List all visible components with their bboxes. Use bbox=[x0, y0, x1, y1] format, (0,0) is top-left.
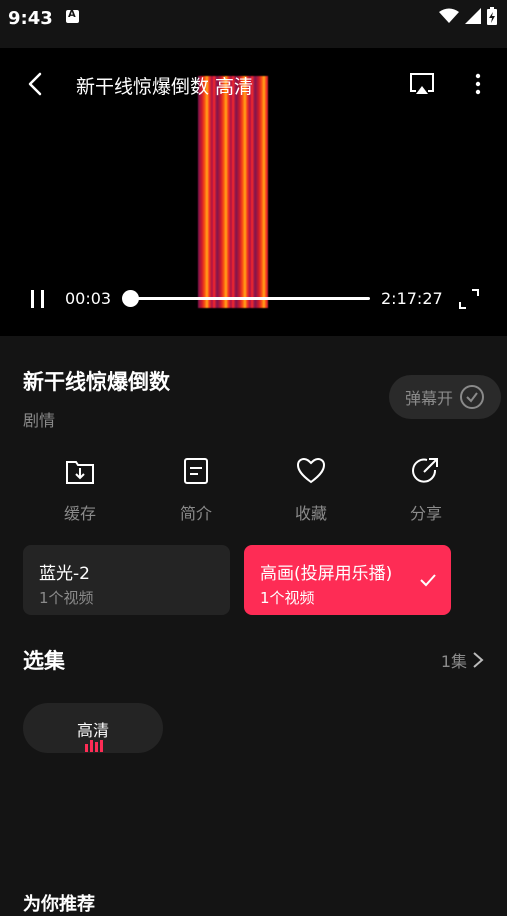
source-name: 蓝光-2 bbox=[39, 564, 90, 584]
episodes-count: 1集 bbox=[440, 652, 467, 671]
source-count: 1个视频 bbox=[260, 589, 315, 607]
action-label: 简介 bbox=[179, 504, 212, 523]
status-icons bbox=[439, 7, 497, 25]
playing-icon bbox=[85, 740, 103, 752]
chevron-right-icon bbox=[473, 652, 484, 668]
episodes-title: 选集 bbox=[23, 649, 65, 673]
recommend-title: 为你推荐 bbox=[23, 894, 95, 915]
share-icon bbox=[412, 458, 438, 483]
episodes-count-link[interactable]: 1集 bbox=[441, 648, 485, 672]
download-folder-icon bbox=[66, 461, 94, 484]
battery-icon bbox=[487, 7, 497, 25]
action-share[interactable]: 分享 bbox=[386, 456, 466, 524]
action-label: 收藏 bbox=[294, 504, 327, 523]
pause-icon[interactable] bbox=[28, 288, 48, 310]
player-top-bar: 新干线惊爆倒数 高清 bbox=[0, 48, 507, 120]
episode-chip[interactable]: 高清 bbox=[23, 703, 163, 753]
action-bar: 缓存 简介 收藏 分享 bbox=[0, 456, 507, 526]
total-time: 2:17:27 bbox=[381, 289, 443, 308]
video-player[interactable]: 新干线惊爆倒数 高清 00:03 2:17:27 bbox=[0, 48, 507, 336]
current-time: 00:03 bbox=[65, 289, 112, 308]
heart-icon bbox=[296, 457, 326, 484]
episode-label: 高清 bbox=[76, 721, 109, 740]
action-favorite[interactable]: 收藏 bbox=[271, 456, 351, 524]
check-icon bbox=[420, 574, 436, 587]
notification-a-icon bbox=[66, 9, 79, 23]
action-label: 分享 bbox=[409, 504, 442, 523]
action-cache[interactable]: 缓存 bbox=[40, 456, 120, 524]
status-bar: 9:43 bbox=[0, 0, 507, 40]
check-circle-icon bbox=[460, 385, 484, 409]
document-icon bbox=[184, 458, 208, 484]
more-icon[interactable] bbox=[468, 70, 488, 98]
back-icon[interactable] bbox=[24, 68, 48, 100]
player-title: 新干线惊爆倒数 高清 bbox=[76, 76, 254, 98]
fullscreen-icon[interactable] bbox=[458, 288, 480, 310]
action-intro[interactable]: 简介 bbox=[156, 456, 236, 524]
show-title: 新干线惊爆倒数 bbox=[23, 370, 170, 394]
show-genre: 剧情 bbox=[23, 411, 56, 430]
danmaku-label: 弹幕开 bbox=[404, 389, 453, 408]
source-count: 1个视频 bbox=[39, 589, 94, 607]
source-name: 高画(投屏用乐播) bbox=[260, 564, 393, 584]
action-label: 缓存 bbox=[63, 504, 96, 523]
source-card-selected[interactable]: 高画(投屏用乐播) 1个视频 bbox=[244, 545, 451, 615]
cast-icon[interactable] bbox=[408, 70, 436, 98]
seek-bar[interactable] bbox=[122, 290, 370, 307]
player-controls: 00:03 2:17:27 bbox=[0, 284, 507, 314]
wifi-icon bbox=[439, 8, 459, 23]
status-time: 9:43 bbox=[8, 8, 53, 29]
source-card[interactable]: 蓝光-2 1个视频 bbox=[23, 545, 230, 615]
signal-icon bbox=[465, 8, 481, 24]
danmaku-toggle[interactable]: 弹幕开 bbox=[389, 375, 501, 419]
seek-knob[interactable] bbox=[122, 290, 139, 307]
